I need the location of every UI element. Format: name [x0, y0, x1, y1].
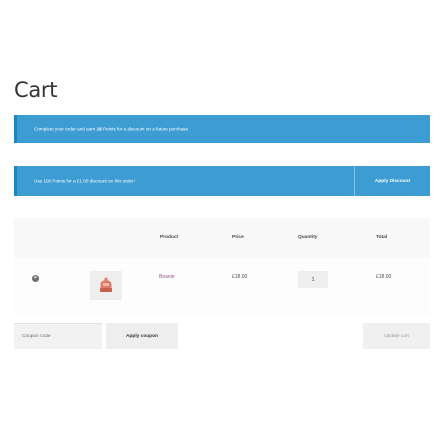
- product-name-link[interactable]: Beanie: [159, 274, 175, 280]
- redeem-points-message: Use 100 Points for a £1.00 discount on t…: [34, 178, 135, 184]
- product-thumbnail[interactable]: [90, 271, 122, 300]
- cart-item-row: × Beanie £18.00 £18.00: [14, 258, 430, 316]
- apply-coupon-button[interactable]: Apply coupon: [106, 323, 178, 349]
- product-price: £18.00: [232, 274, 248, 280]
- column-header-total: Total: [376, 235, 388, 240]
- cart-table-header: Product Price Quantity Total: [14, 218, 430, 258]
- column-header-product: Product: [160, 235, 179, 240]
- update-cart-button[interactable]: Update cart: [363, 323, 430, 349]
- redeem-points-notice: Use 100 Points for a £1.00 discount on t…: [14, 166, 430, 196]
- product-subtotal: £18.00: [376, 274, 392, 280]
- remove-item-icon[interactable]: ×: [32, 275, 39, 282]
- coupon-code-input[interactable]: [14, 323, 102, 349]
- page-title: Cart: [14, 78, 58, 102]
- column-header-price: Price: [232, 235, 244, 240]
- earn-points-notice: Complete your order and earn 18 Points f…: [14, 115, 430, 143]
- quantity-input[interactable]: [298, 271, 328, 288]
- cart-page: Cart Complete your order and earn 18 Poi…: [0, 0, 440, 440]
- earn-points-message: Complete your order and earn 18 Points f…: [34, 126, 188, 132]
- column-header-quantity: Quantity: [298, 235, 318, 240]
- cart-table: Product Price Quantity Total × Beanie £1…: [14, 218, 430, 316]
- beanie-product-icon: [100, 277, 112, 292]
- apply-discount-button[interactable]: Apply Discount: [354, 166, 430, 196]
